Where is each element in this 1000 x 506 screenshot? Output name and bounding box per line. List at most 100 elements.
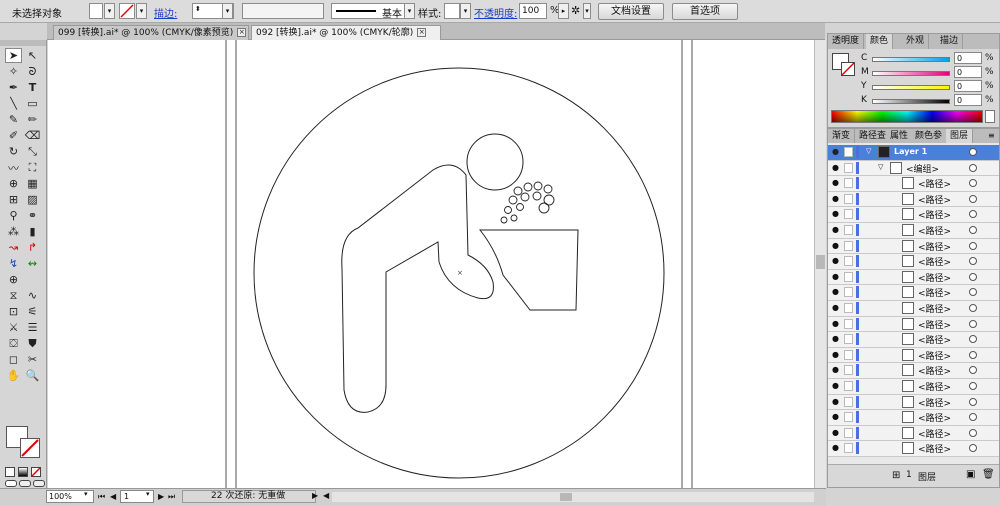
chevron-down-icon[interactable]: ▾ <box>222 3 233 19</box>
direct-selection-tool-icon[interactable]: ↖ <box>24 48 41 63</box>
magenta-input[interactable]: 0 <box>954 66 982 78</box>
live-paint-select-tool-icon[interactable]: ⛊ <box>24 336 41 351</box>
layer-name[interactable]: <路径> <box>918 396 951 409</box>
target-circle-icon[interactable] <box>969 444 977 453</box>
layer-name[interactable]: <路径> <box>918 271 951 284</box>
target-circle-icon[interactable] <box>969 413 977 422</box>
layer-name[interactable]: <路径> <box>918 333 951 346</box>
eye-icon[interactable]: ● <box>832 241 841 250</box>
target-circle-icon[interactable] <box>969 428 977 437</box>
eyedropper-tool-icon[interactable]: ⚲ <box>5 208 22 223</box>
lock-toggle[interactable] <box>844 412 853 423</box>
layer-row-path[interactable]: ● <路径> <box>828 316 999 333</box>
eye-icon[interactable]: ● <box>832 194 841 203</box>
stroke-swatch[interactable] <box>119 3 135 19</box>
layer-row-path[interactable]: ● <路径> <box>828 332 999 348</box>
layer-row-path[interactable]: ● <路径> <box>828 191 999 208</box>
layer-row-path[interactable]: ● <路径> <box>828 425 999 442</box>
eye-icon[interactable]: ● <box>832 335 841 343</box>
scroll-thumb[interactable] <box>560 493 572 501</box>
magic-wand-tool-icon[interactable]: ✧ <box>5 64 22 79</box>
variable-width-field[interactable] <box>242 3 324 19</box>
layer-name[interactable]: <路径> <box>918 442 951 455</box>
target-circle-icon[interactable] <box>969 179 977 188</box>
lock-toggle[interactable] <box>844 162 853 173</box>
layer-name[interactable]: <路径> <box>918 240 951 253</box>
chevron-down-icon[interactable]: ▽ <box>866 147 871 155</box>
eye-icon[interactable]: ● <box>832 288 841 296</box>
layer-name[interactable]: <路径> <box>918 177 951 190</box>
lock-toggle[interactable] <box>844 443 853 454</box>
symbol-sprayer-tool-icon[interactable]: ⁂ <box>5 224 22 239</box>
lock-toggle[interactable] <box>844 178 853 189</box>
scroll-left-icon[interactable]: ◀ <box>323 491 329 500</box>
fill-swatch[interactable] <box>89 3 103 19</box>
shape-builder-tool-icon[interactable]: ⊕ <box>5 176 22 191</box>
blob-brush-tool-icon[interactable]: ✐ <box>5 128 22 143</box>
draw-normal-icon[interactable] <box>5 480 17 487</box>
none-mode-icon[interactable] <box>31 467 41 477</box>
lock-toggle[interactable] <box>844 225 853 235</box>
target-circle-icon[interactable] <box>969 382 977 390</box>
lock-toggle[interactable] <box>844 256 853 267</box>
lock-toggle[interactable] <box>844 287 853 298</box>
layer-row-layer-1[interactable]: ● ▽ Layer 1 <box>828 145 999 161</box>
envelope-tool-icon[interactable]: ⧖ <box>5 288 22 303</box>
pen-tool-icon[interactable]: ✒ <box>5 80 22 95</box>
yellow-input[interactable]: 0 <box>954 80 982 92</box>
chevron-down-icon[interactable]: ▾ <box>404 3 415 19</box>
chevron-down-icon[interactable]: ▾ <box>146 490 150 498</box>
lock-toggle[interactable] <box>844 318 853 329</box>
black-input[interactable]: 0 <box>954 94 982 106</box>
pencil-tool-icon[interactable]: ✏ <box>24 112 41 127</box>
rotate-tool-icon[interactable]: ↻ <box>5 144 22 159</box>
anchor-add-tool-icon[interactable]: ↝ <box>5 240 22 255</box>
column-graph-tool-icon[interactable]: ▮ <box>24 224 41 239</box>
wave-tool-icon[interactable]: ∿ <box>24 288 41 303</box>
layer-row-path[interactable]: ● <路径> <box>828 176 999 192</box>
gradient-mode-icon[interactable] <box>18 467 28 477</box>
stroke-color-box[interactable] <box>20 438 40 458</box>
zoom-tool-icon[interactable]: 🔍 <box>24 368 41 383</box>
rectangle-tool-icon[interactable]: ▭ <box>24 96 41 111</box>
eye-icon[interactable]: ● <box>832 179 841 187</box>
layer-name[interactable]: <路径> <box>918 255 951 268</box>
close-icon[interactable]: × <box>417 28 427 37</box>
new-layer-icon[interactable]: ▣ <box>966 469 975 480</box>
eye-icon[interactable]: ● <box>832 257 841 265</box>
tab-appearance[interactable]: 外观 <box>902 34 930 49</box>
layer-name[interactable]: <路径> <box>918 193 951 206</box>
anchor-convert-tool-icon[interactable]: ↱ <box>24 240 41 255</box>
tab-document-092[interactable]: 092 [转换].ai* @ 100% (CMYK/轮廓) × <box>251 25 441 40</box>
type-tool-icon[interactable]: T <box>24 80 41 95</box>
layer-row-path[interactable]: ● <路径> <box>828 347 999 364</box>
layer-name[interactable]: <路径> <box>918 286 951 299</box>
eye-icon[interactable]: ● <box>832 148 841 156</box>
target-circle-icon[interactable] <box>969 257 977 266</box>
eye-icon[interactable]: ● <box>832 304 841 312</box>
hand-tool-icon[interactable]: ✋ <box>5 368 22 383</box>
eye-icon[interactable]: ● <box>832 226 841 234</box>
target-circle-icon[interactable] <box>969 319 977 328</box>
layer-name[interactable]: <路径> <box>918 427 951 440</box>
chevron-down-icon[interactable]: ▾ <box>583 3 591 19</box>
chevron-down-icon[interactable]: ▾ <box>136 3 147 19</box>
eye-icon[interactable]: ● <box>832 319 841 328</box>
paintbrush-tool-icon[interactable]: ✎ <box>5 112 22 127</box>
color-spectrum-bar[interactable] <box>831 110 983 123</box>
toolbox-grip[interactable] <box>0 40 46 46</box>
lock-toggle[interactable] <box>844 381 853 391</box>
target-circle-icon[interactable] <box>969 163 977 172</box>
trash-icon[interactable]: 🗑 <box>982 469 995 480</box>
layer-name[interactable]: <编组> <box>906 162 939 175</box>
slice-tool-icon[interactable]: ⚟ <box>24 304 41 319</box>
eye-icon[interactable]: ● <box>832 382 841 390</box>
first-artboard-icon[interactable]: ⏮ <box>98 492 105 502</box>
lock-toggle[interactable] <box>844 271 853 282</box>
target-circle-icon[interactable] <box>969 350 977 359</box>
lock-toggle[interactable] <box>844 365 853 376</box>
layer-row-path[interactable]: ● <路径> <box>828 269 999 286</box>
layer-row-path[interactable]: ● <路径> <box>828 238 999 255</box>
layer-name[interactable]: <路径> <box>918 302 951 315</box>
lasso-tool-icon[interactable]: ᘐ <box>24 64 41 79</box>
